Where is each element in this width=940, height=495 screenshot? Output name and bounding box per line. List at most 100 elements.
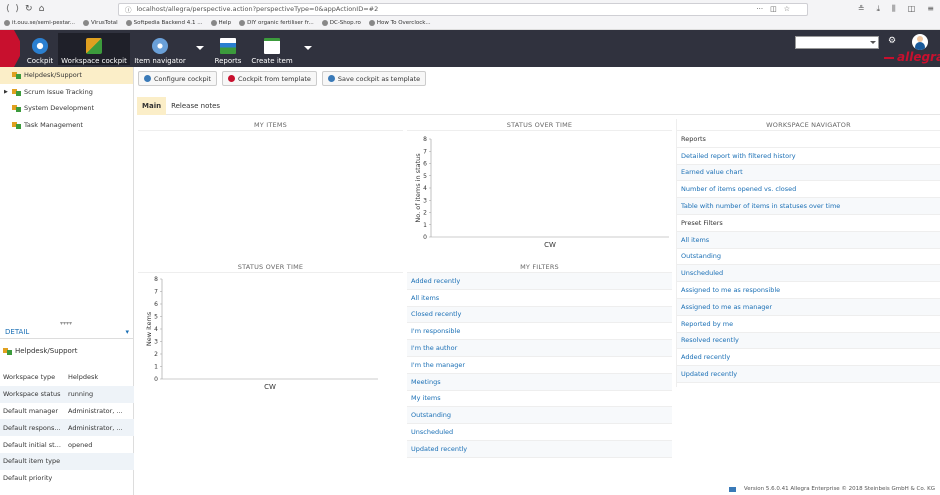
y-axis-label: No. of items in status bbox=[414, 153, 422, 223]
tab-main[interactable]: Main bbox=[137, 97, 167, 115]
preset-filter-link[interactable]: Assigned to me as responsible bbox=[677, 282, 940, 299]
tree-item[interactable]: ▶ Scrum Issue Tracking bbox=[0, 84, 133, 101]
back-icon[interactable]: ⟨ bbox=[6, 4, 10, 14]
filter-link[interactable]: Closed recently bbox=[407, 306, 672, 324]
menu-toggle[interactable] bbox=[0, 30, 14, 67]
x-tick-label: CW bbox=[544, 241, 556, 249]
filter-link[interactable]: I'm responsible bbox=[407, 323, 672, 341]
item-navigator-dropdown-icon[interactable] bbox=[196, 46, 204, 50]
y-tick-label: 7 bbox=[154, 289, 158, 296]
report-link[interactable]: Number of items opened vs. closed bbox=[677, 181, 940, 199]
report-link[interactable]: Earned value chart bbox=[677, 164, 940, 182]
detail-value: opened bbox=[68, 440, 93, 449]
reports-icon bbox=[220, 38, 236, 54]
preset-filter-link[interactable]: All items bbox=[677, 231, 940, 249]
y-tick-label: 8 bbox=[423, 136, 427, 143]
detail-header[interactable]: DETAIL ▾ bbox=[0, 325, 134, 339]
cockpit-from-template-button[interactable]: Cockpit from template bbox=[221, 71, 317, 86]
detail-title: Helpdesk/Support bbox=[3, 347, 77, 355]
preset-filter-link[interactable]: Added recently bbox=[677, 349, 940, 367]
filter-link[interactable]: Outstanding bbox=[407, 407, 672, 425]
left-panel: Helpdesk/Support ▶ Scrum Issue Tracking Sys… bbox=[0, 67, 134, 495]
bookmark-item[interactable]: DIY organic fertiliser fr... bbox=[239, 20, 314, 26]
bookmark-item[interactable]: Softpedia Backend 4.1 ... bbox=[125, 20, 203, 26]
forward-icon[interactable]: ⟩ bbox=[16, 4, 20, 14]
bookmark-star-icon[interactable]: ☆ bbox=[784, 5, 790, 13]
preset-filter-link[interactable]: Reported by me bbox=[677, 316, 940, 333]
report-link[interactable]: Table with number of items in statuses o… bbox=[677, 198, 940, 215]
sidebar-icon[interactable]: ◫ bbox=[908, 4, 916, 14]
nav-reports-label: Reports bbox=[214, 57, 242, 65]
account-icon[interactable]: ≗ bbox=[858, 4, 865, 14]
filter-link[interactable]: Added recently bbox=[407, 273, 672, 290]
report-link[interactable]: Detailed report with filtered history bbox=[677, 148, 940, 165]
filter-link[interactable]: All items bbox=[407, 290, 672, 307]
workspace-tree: Helpdesk/Support ▶ Scrum Issue Tracking Sys… bbox=[0, 67, 133, 133]
pocket-icon[interactable]: ◫ bbox=[770, 5, 777, 13]
expand-icon[interactable]: ▶ bbox=[4, 89, 8, 95]
nav-reports[interactable]: Reports bbox=[212, 33, 244, 65]
library-icon[interactable]: ⫼ bbox=[892, 4, 896, 14]
reports-header: Reports bbox=[677, 131, 940, 148]
info-icon[interactable]: ⓘ bbox=[125, 4, 132, 14]
tab-release-notes[interactable]: Release notes bbox=[166, 97, 225, 115]
status-over-time-title-1: STATUS OVER TIME bbox=[407, 119, 672, 131]
bookmark-item[interactable]: DC-Shop.ro bbox=[321, 20, 361, 26]
nav-workspace-cockpit[interactable]: Workspace cockpit bbox=[58, 33, 130, 65]
tree-item[interactable]: Helpdesk/Support bbox=[0, 67, 133, 84]
menu-icon[interactable]: ≡ bbox=[927, 4, 934, 14]
bookmark-icon bbox=[125, 20, 132, 26]
more-icon[interactable]: ··· bbox=[756, 5, 763, 13]
filter-link[interactable]: Updated recently bbox=[407, 440, 672, 458]
puzzle-icon bbox=[86, 38, 102, 54]
tree-item[interactable]: System Development bbox=[0, 100, 133, 117]
url-bar[interactable]: ⓘ localhost/allegra/perspective.action?p… bbox=[118, 2, 808, 16]
workspace-icon bbox=[12, 88, 21, 96]
filter-link[interactable]: I'm the manager bbox=[407, 357, 672, 374]
chevron-down-icon[interactable] bbox=[870, 41, 876, 44]
preset-filter-link[interactable]: Resolved recently bbox=[677, 332, 940, 350]
gear-icon[interactable]: ⚙ bbox=[888, 36, 896, 46]
footer: Version 5.6.0.41 Allegra Enterprise © 20… bbox=[728, 486, 935, 492]
reload-icon[interactable]: ↻ bbox=[25, 4, 33, 14]
y-tick-label: 4 bbox=[423, 185, 427, 192]
preset-filter-link[interactable]: Unscheduled bbox=[677, 265, 940, 283]
preset-filter-link[interactable]: Assigned to me as manager bbox=[677, 298, 940, 316]
bookmark-item[interactable]: Help bbox=[210, 20, 231, 26]
y-tick-label: 6 bbox=[423, 161, 427, 168]
status-chart-2: 0 1 2 3 4 5 6 7 8 CW New items bbox=[145, 276, 378, 391]
workspace-navigator-list: Reports Detailed report with filtered his… bbox=[677, 131, 940, 383]
chevron-icon bbox=[14, 30, 24, 67]
bookmark-item[interactable]: it.ouu.se/semi-pestar... bbox=[4, 20, 75, 26]
workspace-navigator-title: WORKSPACE NAVIGATOR bbox=[677, 119, 940, 131]
workspace-icon bbox=[12, 104, 21, 113]
search-input[interactable] bbox=[795, 36, 879, 49]
detail-key: Workspace status bbox=[3, 390, 61, 399]
filter-link[interactable]: Meetings bbox=[407, 373, 672, 391]
y-tick-label: 0 bbox=[423, 234, 427, 241]
save-cockpit-template-button[interactable]: Save cockpit as template bbox=[321, 71, 427, 86]
download-icon[interactable]: ⤓ bbox=[877, 4, 881, 14]
preset-filter-link[interactable]: Outstanding bbox=[677, 249, 940, 266]
tree-item[interactable]: Task Management bbox=[0, 117, 133, 134]
avatar[interactable] bbox=[912, 34, 928, 50]
y-tick-label: 4 bbox=[154, 326, 158, 333]
nav-create-item[interactable]: Create item bbox=[250, 33, 294, 65]
home-icon[interactable]: ⌂ bbox=[39, 4, 45, 14]
create-item-dropdown-icon[interactable] bbox=[304, 46, 312, 50]
clipboard-icon bbox=[264, 38, 280, 54]
filter-link[interactable]: Unscheduled bbox=[407, 424, 672, 441]
nav-buttons: ⟨ ⟩ ↻ ⌂ bbox=[0, 4, 118, 14]
workspace-icon bbox=[12, 121, 21, 129]
configure-cockpit-button[interactable]: Configure cockpit bbox=[138, 71, 217, 86]
bookmark-item[interactable]: How To Overclock... bbox=[368, 20, 431, 26]
nav-cockpit[interactable]: Cockpit bbox=[24, 33, 56, 65]
preset-filter-link[interactable]: Updated recently bbox=[677, 366, 940, 383]
nav-item-navigator[interactable]: Item navigator bbox=[134, 33, 186, 65]
filter-link[interactable]: I'm the author bbox=[407, 340, 672, 357]
y-tick-label: 1 bbox=[154, 364, 158, 371]
bookmark-item[interactable]: VirusTotal bbox=[83, 20, 118, 26]
detail-row: Default respons... Administrator, ... bbox=[0, 419, 134, 437]
filter-link[interactable]: My items bbox=[407, 391, 672, 408]
chevron-down-icon[interactable]: ▾ bbox=[125, 328, 129, 336]
